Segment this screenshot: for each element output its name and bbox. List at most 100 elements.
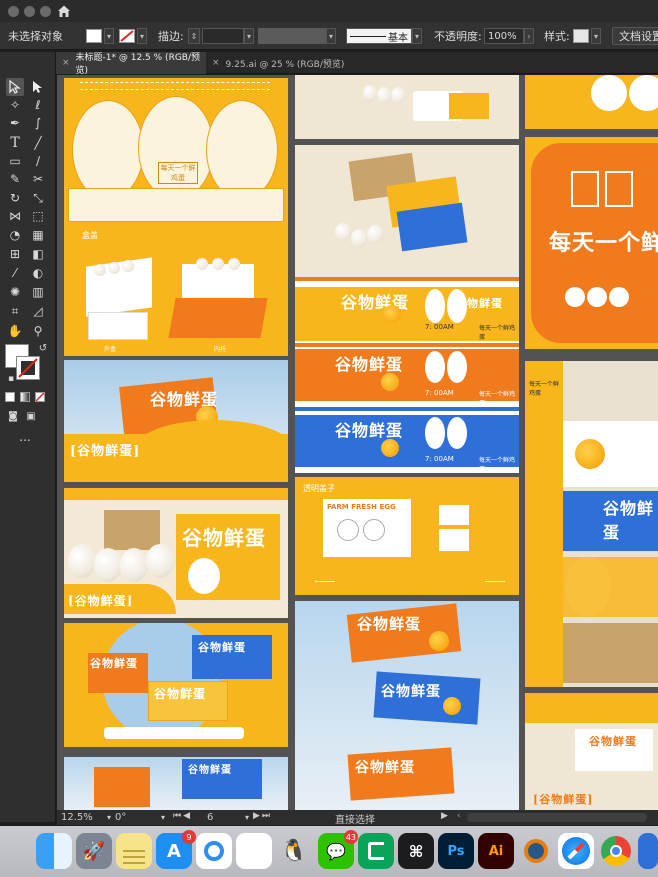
- style-swatch[interactable]: [573, 29, 589, 43]
- artboard-falling-boxes[interactable]: 谷物鲜蛋 谷物鲜蛋 谷物鲜蛋: [295, 601, 519, 810]
- lasso-tool-icon[interactable]: ℓ: [29, 96, 47, 114]
- zoom-tool-icon[interactable]: ⚲: [29, 322, 47, 340]
- qq-icon[interactable]: 🐧: [276, 833, 312, 869]
- chevron-down-icon[interactable]: ▾: [591, 28, 601, 44]
- gradient-tool-icon[interactable]: ◧: [29, 245, 47, 263]
- selection-tool-icon[interactable]: [6, 78, 24, 96]
- artboard-tool-icon[interactable]: ⌗: [6, 302, 24, 320]
- partial-dock-app-icon[interactable]: [638, 833, 658, 869]
- close-tab-icon[interactable]: ×: [212, 58, 220, 68]
- pencil-tool-icon[interactable]: ✎: [6, 170, 24, 188]
- chevron-down-icon[interactable]: ▾: [244, 28, 254, 44]
- scroll-left-icon[interactable]: ‹: [457, 811, 461, 821]
- chevron-down-icon[interactable]: ▾: [412, 28, 422, 44]
- stepper-arrows-icon[interactable]: ⇕: [188, 28, 200, 44]
- artboard-bottom-right[interactable]: 谷物鲜蛋 [谷物鲜蛋]: [525, 693, 658, 810]
- terminal-shortcut-icon[interactable]: ⌘: [398, 833, 434, 869]
- chevron-down-icon[interactable]: ▾: [326, 28, 336, 44]
- tab-9-25-ai[interactable]: × 9.25.ai @ 25 % (RGB/预览): [206, 52, 356, 74]
- line-segment-tool-icon[interactable]: ╱: [29, 134, 47, 152]
- slice-tool-icon[interactable]: ◿: [29, 302, 47, 320]
- close-window-button[interactable]: [8, 6, 19, 17]
- artboard-canvas[interactable]: 每天一个鲜鸡蛋 盒盖 外盒 内托 每天一个鲜 谷物鲜蛋 谷物鲜蛋 7: 00AM…: [57, 75, 658, 810]
- artboard-eggs-photo[interactable]: 谷物鲜蛋 [谷物鲜蛋]: [64, 488, 288, 618]
- chrome-icon[interactable]: [598, 833, 634, 869]
- default-fill-stroke-icon[interactable]: ▪: [2, 370, 20, 388]
- illustrator-icon[interactable]: Ai: [478, 833, 514, 869]
- artboard-next-buttons[interactable]: ▶⏭: [253, 811, 272, 821]
- artboard-transparent-lid[interactable]: 透明盖子 FARM FRESH EGG: [295, 477, 519, 595]
- chevron-right-icon[interactable]: ›: [524, 28, 534, 44]
- scissors-tool-icon[interactable]: ✂: [29, 170, 47, 188]
- artboard-orange-poster[interactable]: 每天一个鲜: [525, 137, 658, 349]
- draw-mode-icon[interactable]: ◙: [4, 408, 22, 426]
- direct-selection-tool-icon[interactable]: [29, 78, 47, 96]
- notes-icon[interactable]: [116, 833, 152, 869]
- close-tab-icon[interactable]: ×: [62, 58, 70, 68]
- width-tool-icon[interactable]: ⋈: [6, 207, 24, 225]
- hand-tool-icon[interactable]: ✋: [6, 322, 24, 340]
- opacity-input[interactable]: 100%: [484, 28, 524, 44]
- artboard-yellow-boxes[interactable]: 谷物鲜蛋 谷物鲜蛋 谷物鲜蛋: [64, 623, 288, 747]
- perspective-grid-tool-icon[interactable]: ▦: [29, 226, 47, 244]
- horizontal-scrollbar[interactable]: [467, 813, 647, 822]
- rotate-tool-icon[interactable]: ↻: [6, 189, 24, 207]
- artboard-stacked-photo[interactable]: 谷物鲜蛋 每天一个鲜鸡蛋: [525, 361, 658, 687]
- pen-tool-icon[interactable]: ✒: [6, 114, 24, 132]
- minimize-window-button[interactable]: [24, 6, 35, 17]
- tab-untitled-1[interactable]: × 未标题-1* @ 12.5 % (RGB/预览): [56, 52, 206, 76]
- swap-fill-stroke-icon[interactable]: ↺: [34, 340, 52, 358]
- chevron-down-icon[interactable]: ▾: [137, 28, 147, 44]
- paintbrush-tool-icon[interactable]: ∕: [29, 152, 47, 170]
- home-icon[interactable]: [56, 3, 72, 19]
- artboard-sky-photo[interactable]: 谷物鲜蛋 [谷物鲜蛋]: [64, 360, 288, 482]
- photos-icon[interactable]: ✿: [236, 833, 272, 869]
- baidu-netdisk-icon[interactable]: [196, 833, 232, 869]
- zoom-level-dropdown[interactable]: 12.5% ▾: [61, 811, 111, 824]
- zoom-window-button[interactable]: [40, 6, 51, 17]
- fill-color-control[interactable]: ▾: [86, 27, 114, 45]
- graphic-style-control[interactable]: ▾: [573, 27, 601, 45]
- artboard-prev-buttons[interactable]: ⏮◀: [173, 811, 192, 821]
- stroke-weight-stepper[interactable]: ⇕ ▾: [188, 27, 254, 45]
- type-tool-icon[interactable]: T: [6, 134, 24, 152]
- stroke-color-control[interactable]: ▾: [119, 27, 147, 45]
- shape-builder-tool-icon[interactable]: ◔: [6, 226, 24, 244]
- fill-swatch[interactable]: [86, 29, 102, 43]
- mesh-tool-icon[interactable]: ⊞: [6, 245, 24, 263]
- symbol-sprayer-tool-icon[interactable]: ✺: [6, 283, 24, 301]
- blender-icon[interactable]: [518, 833, 554, 869]
- variable-width-profile[interactable]: ▾: [258, 27, 336, 45]
- chevron-down-icon[interactable]: ▾: [104, 28, 114, 44]
- evernote-icon[interactable]: [358, 833, 394, 869]
- artboard-dieline[interactable]: 每天一个鲜鸡蛋 盒盖 外盒 内托: [64, 78, 288, 356]
- artboard-photo-stack[interactable]: [295, 145, 519, 277]
- artboard-bottom-left[interactable]: 谷物鲜蛋: [64, 757, 288, 810]
- curvature-tool-icon[interactable]: ∫: [29, 114, 47, 132]
- edit-toolbar-button[interactable]: ...: [16, 428, 34, 446]
- column-graph-tool-icon[interactable]: ▥: [29, 283, 47, 301]
- artboard-number-dropdown[interactable]: 6 ▾: [207, 811, 249, 824]
- eyedropper-tool-icon[interactable]: ⁄: [6, 264, 24, 282]
- blend-tool-icon[interactable]: ◐: [29, 264, 47, 282]
- photoshop-icon[interactable]: Ps: [438, 833, 474, 869]
- artboard-top-right[interactable]: [525, 75, 658, 129]
- gradient-mode-icon[interactable]: [20, 392, 30, 402]
- brush-definition[interactable]: 基本 ▾: [346, 27, 422, 45]
- stroke-swatch[interactable]: [119, 29, 135, 43]
- artboard-photo-top[interactable]: [295, 75, 519, 139]
- artboard-labels[interactable]: 谷物鲜蛋 谷物鲜蛋 7: 00AM 每天一个鲜鸡蛋 谷物鲜蛋 7: 00AM 每…: [295, 277, 519, 473]
- status-menu-arrow[interactable]: ▶: [441, 811, 448, 821]
- stroke-weight-input[interactable]: [202, 28, 244, 44]
- magic-wand-tool-icon[interactable]: ✧: [6, 96, 24, 114]
- free-transform-tool-icon[interactable]: ⬚: [29, 207, 47, 225]
- rectangle-tool-icon[interactable]: ▭: [6, 152, 24, 170]
- rotation-dropdown[interactable]: 0° ▾: [115, 811, 165, 824]
- opacity-control[interactable]: 100% ›: [484, 27, 534, 45]
- finder-icon[interactable]: [36, 833, 72, 869]
- none-mode-icon[interactable]: [35, 392, 45, 402]
- app-store-icon[interactable]: A 9: [156, 830, 196, 869]
- screen-mode-icon[interactable]: ▣: [22, 408, 40, 426]
- scale-tool-icon[interactable]: ⤡: [29, 189, 47, 207]
- document-setup-button[interactable]: 文档设置: [612, 27, 658, 45]
